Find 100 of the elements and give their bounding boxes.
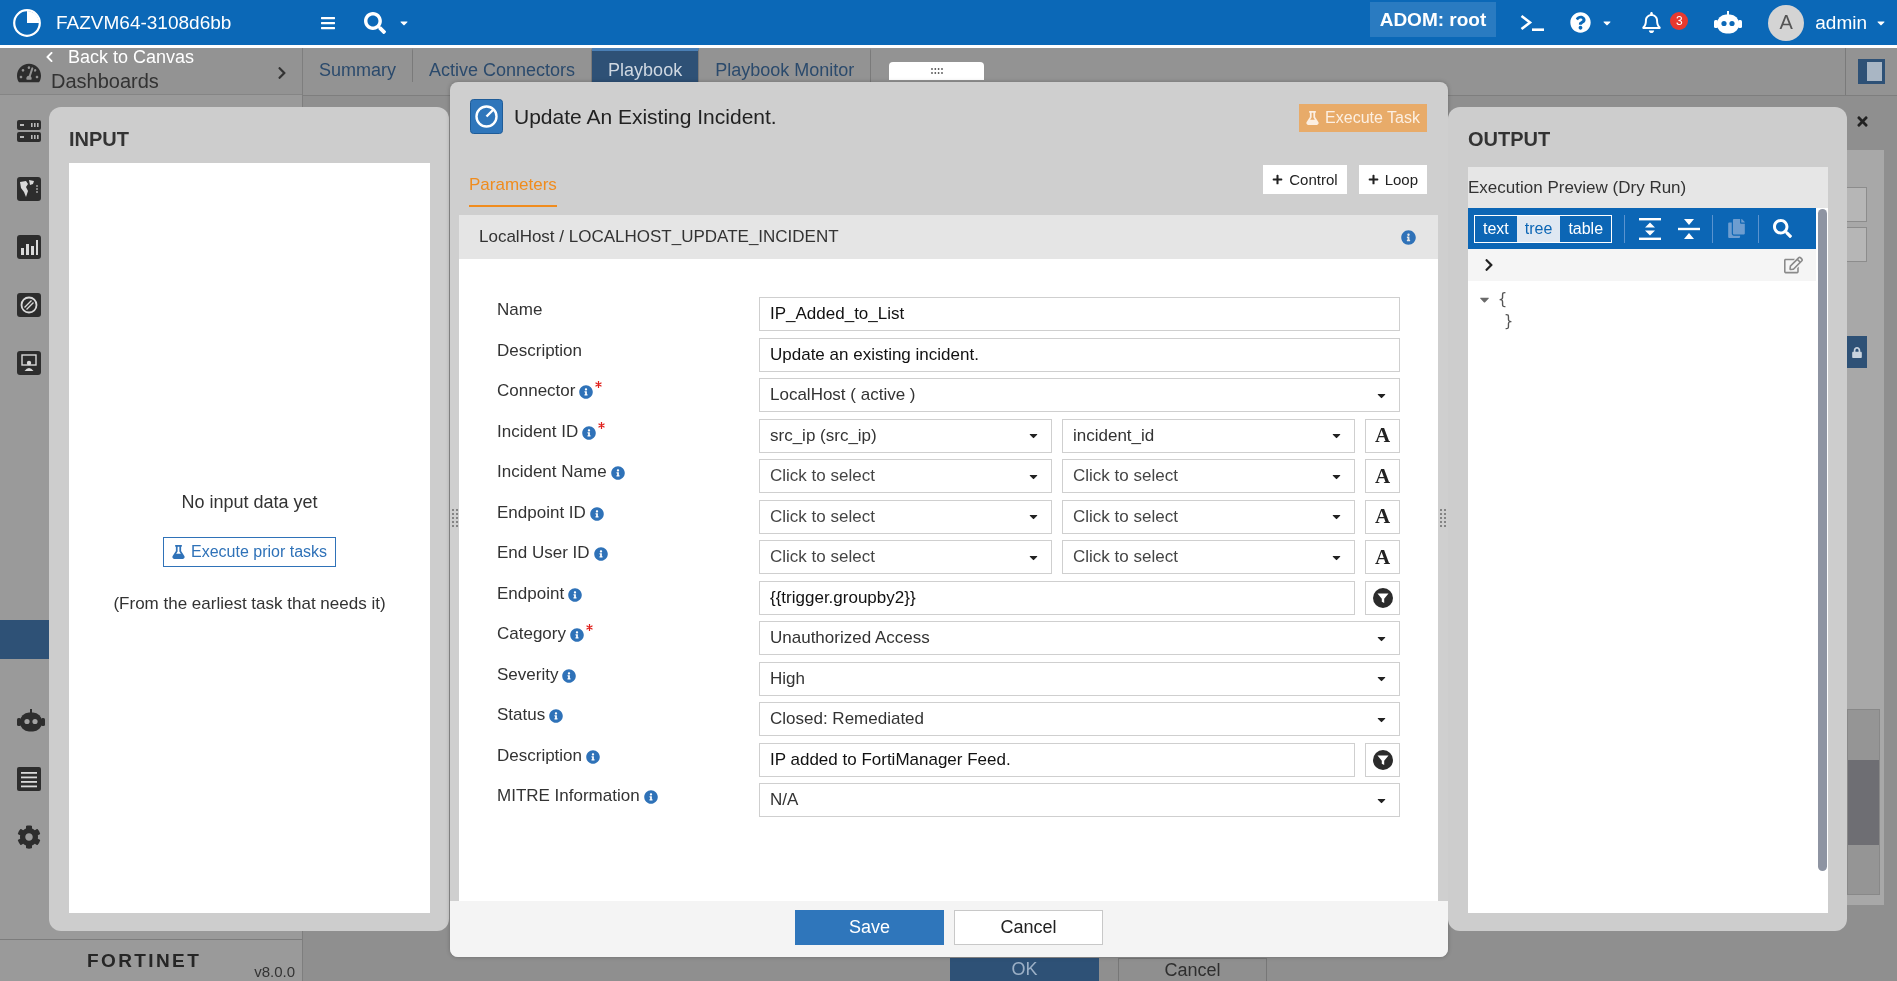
- info-icon: [1401, 229, 1416, 245]
- menu-label[interactable]: Dashboards: [51, 69, 159, 92]
- scrollbar[interactable]: [1818, 209, 1827, 871]
- text-mode-button[interactable]: A: [1365, 499, 1400, 534]
- dropdown[interactable]: Unauthorized Access: [759, 621, 1400, 655]
- dropdown[interactable]: Click to select: [759, 540, 1052, 574]
- dialog-button[interactable]: Cancel: [954, 910, 1103, 945]
- dropdown[interactable]: incident_id: [1062, 418, 1355, 453]
- dropdown[interactable]: Click to select: [1062, 499, 1355, 534]
- dropdown[interactable]: src_ip (src_ip): [759, 418, 1052, 453]
- gear-icon: [17, 825, 41, 849]
- version-label: v8.0.0: [254, 963, 295, 981]
- json-brace: }: [1504, 311, 1514, 331]
- dropdown[interactable]: Click to select: [1062, 459, 1355, 493]
- lock-button[interactable]: [1847, 336, 1867, 368]
- field-label: Description: [497, 340, 583, 361]
- dropdown[interactable]: Click to select: [759, 499, 1052, 534]
- breadcrumb-text: LocalHost / LOCALHOST_UPDATE_INCIDENT: [479, 227, 839, 247]
- chevron-right-icon[interactable]: [1484, 258, 1494, 272]
- robot-icon[interactable]: [1714, 10, 1743, 35]
- edit-icon[interactable]: [1784, 256, 1803, 274]
- dropdown[interactable]: Closed: Remediated: [759, 702, 1400, 736]
- filter-button[interactable]: [1365, 580, 1400, 615]
- map-icon: [17, 177, 41, 201]
- help-icon[interactable]: [1570, 12, 1592, 33]
- dropdown[interactable]: N/A: [759, 783, 1400, 817]
- text-field[interactable]: IP_Added_to_List: [759, 297, 1400, 331]
- panel-toggle-icon[interactable]: [1858, 59, 1885, 84]
- text-mode-button[interactable]: A: [1365, 459, 1400, 493]
- logo-text: FORTINET: [87, 950, 202, 972]
- expand-all-icon[interactable]: [1639, 217, 1662, 240]
- terminal-icon[interactable]: [1520, 13, 1545, 32]
- view-mode-tab[interactable]: tree: [1516, 215, 1561, 242]
- user-menu-button[interactable]: admin: [1815, 11, 1887, 34]
- gauge-icon: [470, 99, 503, 134]
- user-avatar[interactable]: A: [1768, 4, 1805, 41]
- grip-icon[interactable]: [1440, 509, 1446, 527]
- filter-button[interactable]: [1365, 742, 1400, 777]
- dialog-button[interactable]: OK: [950, 958, 1099, 981]
- plus-icon: [1272, 174, 1284, 185]
- preview-title: Execution Preview (Dry Run): [1468, 167, 1828, 208]
- list-icon: [17, 767, 41, 791]
- add-button[interactable]: Control: [1263, 165, 1347, 194]
- text-mode-button[interactable]: A: [1365, 540, 1400, 574]
- field-label: Incident Name: [497, 462, 607, 482]
- json-brace: {: [1498, 289, 1508, 309]
- dropdown[interactable]: High: [759, 661, 1400, 696]
- input-field[interactable]: [1847, 187, 1867, 222]
- chevron-left-icon: [45, 51, 54, 63]
- search-icon[interactable]: [1773, 219, 1793, 238]
- menu-icon[interactable]: [320, 14, 336, 31]
- expression-field[interactable]: {{trigger.groupby2}}: [759, 580, 1355, 615]
- view-mode-tab[interactable]: table: [1560, 215, 1612, 242]
- execute-prior-button[interactable]: Execute prior tasks: [162, 537, 337, 567]
- panel-title: INPUT: [69, 127, 130, 151]
- robot-icon: [17, 709, 45, 733]
- tab[interactable]: Playbook: [592, 48, 700, 82]
- bar-chart-icon: [17, 235, 41, 259]
- dialog-button[interactable]: Cancel: [1118, 958, 1267, 981]
- adom-button[interactable]: ADOM: root: [1369, 2, 1497, 37]
- lock-icon: [1852, 346, 1862, 358]
- close-icon[interactable]: [1855, 114, 1870, 129]
- monitor-icon: [17, 351, 41, 375]
- field-label: Category: [497, 624, 566, 644]
- dialog-button[interactable]: Save: [795, 910, 944, 945]
- field-label: Severity: [497, 664, 559, 685]
- field-label: End User ID: [497, 543, 590, 563]
- text-mode-button[interactable]: A: [1365, 418, 1400, 453]
- empty-state-text: No input data yet: [181, 492, 318, 513]
- filter-icon: [1372, 587, 1393, 608]
- grip-icon[interactable]: [451, 509, 458, 527]
- field-label: MITRE Information: [497, 786, 640, 806]
- server-icon: [17, 119, 41, 143]
- expression-field[interactable]: IP added to FortiManager Feed.: [759, 742, 1355, 777]
- grip-icon: [930, 68, 943, 74]
- field-label: Incident ID: [497, 421, 579, 442]
- collapse-all-icon[interactable]: [1678, 217, 1701, 240]
- text-field[interactable]: Update an existing incident.: [759, 337, 1400, 372]
- flask-icon: [1306, 111, 1320, 125]
- field-label: Description: [497, 745, 583, 766]
- notification-badge: 3: [1670, 12, 1689, 30]
- pie-chart-icon: [13, 8, 41, 37]
- disc-icon: [17, 293, 41, 317]
- filter-icon: [1372, 749, 1393, 770]
- add-button[interactable]: Loop: [1358, 165, 1427, 194]
- dialog-title: Update An Existing Incident.: [514, 104, 777, 129]
- search-icon[interactable]: [364, 11, 386, 34]
- view-mode-tab[interactable]: text: [1475, 215, 1517, 242]
- flask-icon: [171, 545, 185, 559]
- dashboard-icon: [17, 62, 41, 84]
- bell-icon[interactable]: [1641, 12, 1663, 33]
- input-field[interactable]: [1847, 227, 1867, 262]
- app-title: FAZVM64-3108d6bb: [56, 11, 232, 34]
- drag-handle[interactable]: [889, 62, 985, 80]
- dropdown[interactable]: Click to select: [759, 459, 1052, 493]
- panel-title: OUTPUT: [1468, 127, 1552, 151]
- field-label: Status: [497, 705, 546, 725]
- dropdown[interactable]: LocalHost ( active ): [759, 378, 1400, 412]
- dropdown[interactable]: Click to select: [1062, 540, 1355, 574]
- hint-text: (From the earliest task that needs it): [113, 594, 386, 614]
